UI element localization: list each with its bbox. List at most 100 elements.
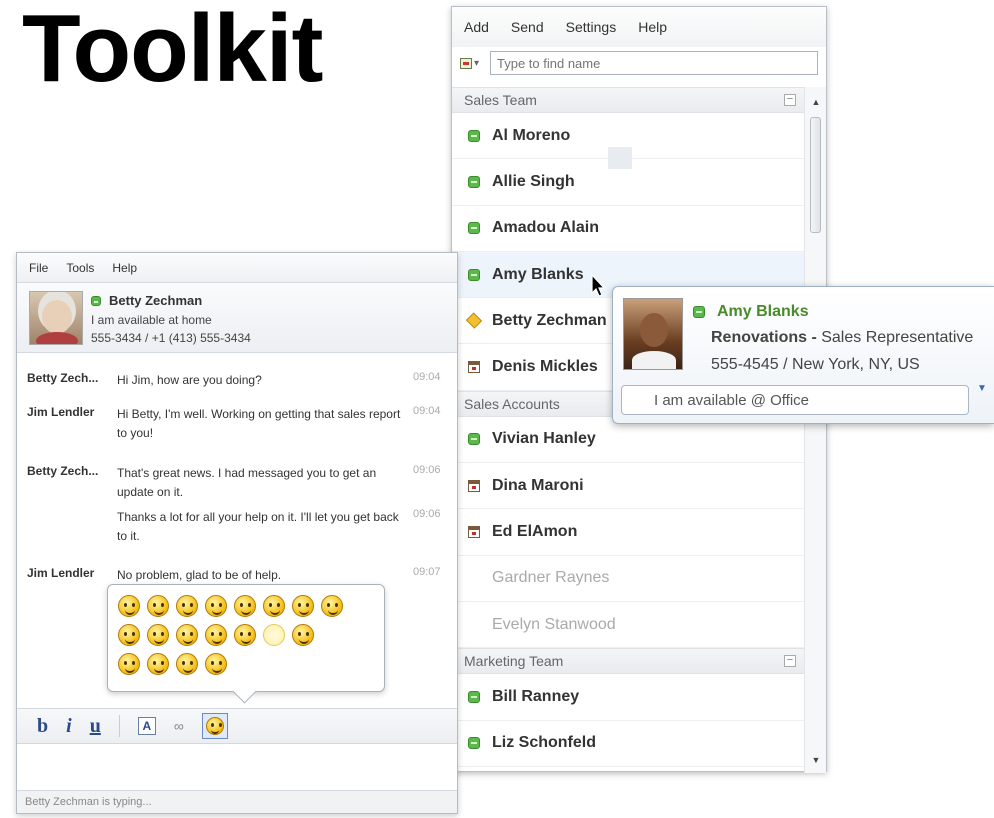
confused-emoticon-icon[interactable] [176, 624, 198, 646]
group-header[interactable]: Marketing Team − [452, 648, 804, 675]
page-headline: Toolkit [22, 0, 323, 102]
wink-emoticon-icon[interactable] [176, 595, 198, 617]
grin-emoticon-icon[interactable] [205, 595, 227, 617]
happy-emoticon-icon[interactable] [292, 595, 314, 617]
sad-emoticon-icon[interactable] [118, 624, 140, 646]
menu-file[interactable]: File [29, 261, 48, 275]
scroll-thumb[interactable] [810, 117, 821, 233]
contact-name: Denis Mickles [492, 358, 598, 376]
contact-name: Bill Ranney [492, 687, 580, 705]
menu-send[interactable]: Send [511, 19, 544, 35]
message-time: 09:07 [413, 566, 441, 578]
contact-name: Amadou Alain [492, 219, 599, 237]
collapse-icon[interactable]: − [784, 655, 796, 668]
shocked-emoticon-icon[interactable] [205, 624, 227, 646]
expand-card-icon[interactable]: ▼ [977, 383, 987, 394]
filter-dropdown[interactable]: ▾ [460, 57, 490, 69]
emoticon-picker [107, 584, 385, 692]
chevron-down-icon: ▾ [474, 57, 480, 69]
chat-contact-status: I am available at home [91, 313, 212, 327]
message-time: 09:04 [413, 405, 441, 417]
group-header[interactable]: Sales Team − [452, 87, 804, 113]
scroll-up-icon[interactable]: ▲ [805, 93, 826, 111]
contact-row[interactable]: Dina Maroni [452, 463, 804, 510]
message-sender: Jim Lendler [27, 566, 95, 580]
message-text: Thanks a lot for all your help on it. I'… [117, 510, 399, 543]
available-status-icon [468, 433, 480, 446]
contact-name: Gardner Raynes [492, 569, 610, 587]
contact-row[interactable]: Liz Schonfeld [452, 721, 804, 767]
bold-button[interactable]: b [37, 715, 48, 738]
blush-emoticon-icon[interactable] [147, 624, 169, 646]
contact-scroll-area[interactable]: Sales Team − Al Moreno Allie Singh Amadou Al… [452, 87, 826, 773]
chat-contact-name: Betty Zechman [109, 293, 203, 308]
surprised-emoticon-icon[interactable] [263, 595, 285, 617]
smile-icon [205, 717, 224, 735]
chat-menubar: File Tools Help [17, 253, 457, 283]
message-text: That's great news. I had messaged you to… [117, 466, 377, 499]
menu-help[interactable]: Help [112, 261, 137, 275]
message-time: 09:06 [413, 464, 441, 476]
contact-name: Liz Schonfeld [492, 734, 596, 752]
offline-status-icon [468, 619, 480, 631]
available-status-icon [468, 737, 480, 750]
contact-menubar: Add Send Settings Help [452, 7, 826, 47]
message-sender: Betty Zech... [27, 464, 99, 478]
toolbar-divider [118, 715, 120, 737]
available-status-icon [693, 306, 705, 318]
contact-row[interactable]: Amadou Alain [452, 206, 804, 252]
group-name: Sales Team [464, 92, 537, 108]
group-name: Sales Accounts [464, 395, 560, 412]
chat-window: File Tools Help Betty Zechman I am avail… [16, 252, 458, 814]
format-toolbar: b i u A ∞ [17, 708, 457, 744]
available-status-icon [468, 690, 480, 703]
collapse-icon[interactable]: − [784, 94, 796, 106]
search-input[interactable] [490, 51, 818, 75]
message-text: Hi Betty, I'm well. Working on getting t… [117, 407, 401, 440]
contact-name: Al Moreno [492, 126, 571, 144]
rofl-emoticon-icon[interactable] [205, 653, 227, 675]
menu-add[interactable]: Add [464, 19, 489, 35]
available-status-icon [91, 295, 101, 306]
menu-tools[interactable]: Tools [66, 261, 94, 275]
scrollbar[interactable]: ▲ ▼ [804, 87, 826, 773]
message-sender: Betty Zech... [27, 371, 99, 385]
busy-status-icon [468, 526, 480, 539]
check-emoticon-icon[interactable] [292, 624, 314, 646]
insert-link-button[interactable]: ∞ [174, 718, 184, 734]
scroll-down-icon[interactable]: ▼ [805, 751, 826, 769]
underline-button[interactable]: u [90, 715, 101, 738]
message-input[interactable] [17, 744, 457, 790]
italic-button[interactable]: i [66, 715, 72, 738]
laugh-emoticon-icon[interactable] [147, 595, 169, 617]
card-name-line: Amy Blanks [693, 303, 809, 321]
card-contact-name[interactable]: Amy Blanks [717, 303, 809, 321]
contact-row[interactable]: Gardner Raynes [452, 556, 804, 602]
away-status-icon [465, 312, 483, 329]
chat-header: Betty Zechman I am available at home 555… [17, 283, 457, 353]
smile-emoticon-icon[interactable] [118, 595, 140, 617]
available-status-icon [468, 175, 480, 188]
thinking-emoticon-icon[interactable] [321, 595, 343, 617]
lightbulb-icon[interactable] [263, 624, 285, 646]
contact-row[interactable]: Evelyn Stanwood [452, 602, 804, 649]
nerd-emoticon-icon[interactable] [147, 653, 169, 675]
cool-emoticon-icon[interactable] [234, 595, 256, 617]
chat-contact-phone: 555-3434 / +1 (413) 555-3434 [91, 331, 251, 345]
contact-row[interactable]: Bill Ranney [452, 674, 804, 721]
emoticon-button[interactable] [201, 713, 228, 739]
menu-settings[interactable]: Settings [566, 19, 617, 35]
typing-indicator: Betty Zechman is typing... [17, 790, 457, 813]
cross-emoticon-icon[interactable] [118, 653, 140, 675]
contact-row[interactable]: Ed ElAmon [452, 509, 804, 556]
busy-status-icon [468, 361, 480, 374]
crying-emoticon-icon[interactable] [176, 653, 198, 675]
avatar [29, 291, 83, 345]
contact-name: Allie Singh [492, 172, 575, 190]
emoticon-row [118, 595, 384, 624]
message-text: Hi Jim, how are you doing? [117, 373, 262, 387]
tongue-emoticon-icon[interactable] [234, 624, 256, 646]
menu-help[interactable]: Help [638, 19, 667, 35]
font-color-button[interactable]: A [137, 717, 156, 735]
drag-ghost [608, 147, 632, 169]
